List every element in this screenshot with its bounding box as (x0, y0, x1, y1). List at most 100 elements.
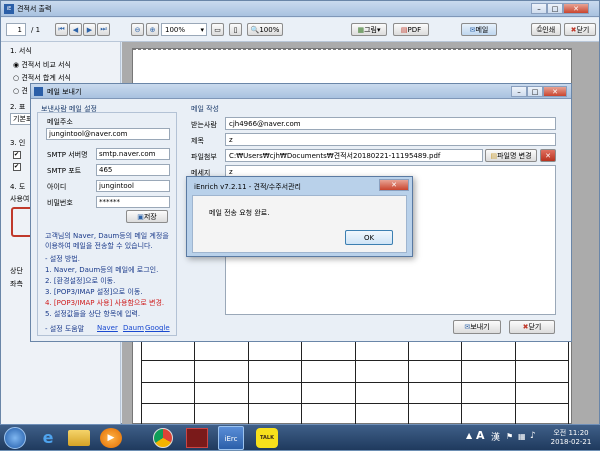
help-link-daum[interactable]: Daum (123, 324, 144, 332)
fit-width-button[interactable]: ▭ (211, 23, 224, 36)
dialog-close-button[interactable]: ✕ (543, 86, 567, 97)
format-option-compare[interactable]: ◉ 견적서 비교 서식 (13, 60, 71, 70)
smtp-port-input[interactable]: 465 (96, 164, 170, 176)
tray-up-icon[interactable]: ▲ (466, 431, 472, 440)
alert-close-button[interactable]: ✕ (379, 179, 409, 191)
red-app-icon[interactable] (186, 428, 208, 448)
print-btn-label: 인쇄 (542, 25, 556, 34)
zoom-in-button[interactable]: ⊕ (146, 23, 159, 36)
dialog-minimize-button[interactable]: – (511, 86, 527, 97)
volume-icon[interactable]: ♪ (530, 431, 536, 441)
close-preview-label: 닫기 (576, 25, 590, 34)
zoom-100-label: 100% (259, 25, 280, 34)
help-link-google[interactable]: Google (145, 324, 170, 332)
alert-body: 메일 전송 요청 완료. OK (192, 195, 407, 253)
close-window-button[interactable]: ✕ (563, 3, 589, 14)
alert-dialog: iEnrich v7.2.11 - 견적/수주서관리 ✕ 메일 전송 요청 완료… (186, 176, 413, 257)
taskbar: e ▶ iErc TALK ▲ A 漢 ⚑ ▦ ♪ 오전 11:20 2018-… (0, 424, 600, 450)
info-text: 고객님의 Naver, Daum등의 메일 계정을 이용하여 메일을 전송할 수… (45, 232, 169, 250)
fit-page-button[interactable]: ▯ (229, 23, 242, 36)
main-window-title: 견적서 출력 (17, 5, 52, 13)
page-total: / 1 (31, 26, 41, 34)
radio-icon: ◉ (13, 61, 20, 69)
radio-icon: ○ (13, 74, 20, 82)
clock-date[interactable]: 2018-02-21 (548, 438, 594, 446)
main-toolbar: 1 / 1 ⏮ ◀ ▶ ⏭ ⊖ ⊕ 100% ▾ ▭ ▯ 🔍 100% ▦ 그림 ▾ ▤… (1, 18, 599, 42)
subject-input[interactable]: z (225, 133, 556, 146)
clock-time[interactable]: 오전 11:20 (548, 428, 594, 438)
checkbox-2[interactable]: ✔ (13, 163, 21, 171)
save-settings-button[interactable]: ▣ 저장 (126, 210, 168, 223)
first-page-button[interactable]: ⏮ (55, 23, 68, 36)
attach-remove-button[interactable]: ✕ (540, 149, 556, 162)
dialog-close-bottom-button[interactable]: ✖ 닫기 (509, 320, 555, 334)
help-label: - 설정 도움말 (45, 325, 85, 333)
dialog-maximize-button[interactable]: □ (527, 86, 543, 97)
format-option-total[interactable]: ○ 견적서 합계 서식 (13, 73, 71, 83)
attach-input[interactable]: C:₩Users₩cjh₩Documents₩견적서20180221-11195… (225, 149, 483, 162)
grid-dropdown-button[interactable]: ▦ 그림 ▾ (351, 23, 387, 36)
pdf-button[interactable]: ▤ PDF (393, 23, 429, 36)
chevron-down-icon: ▾ (200, 26, 204, 34)
preview-table (140, 338, 570, 426)
flag-icon[interactable]: ⚑ (506, 432, 513, 441)
help-link-naver[interactable]: Naver (97, 324, 118, 332)
image-icon: ▦ (357, 25, 365, 34)
grid-btn-label: 그림 (364, 25, 377, 34)
to-input[interactable]: cjh4966@naver.com (225, 117, 556, 130)
print-button[interactable]: ⎙ 인쇄 (531, 23, 561, 36)
id-input[interactable]: jungintool (96, 180, 170, 192)
send-label: 보내기 (470, 323, 490, 331)
format-option-total-label: 견적서 합계 서식 (21, 74, 71, 82)
smtp-server-input[interactable]: smtp.naver.com (96, 148, 170, 160)
guide-step-4: 4. [POP3/IMAP 사용] 사용함으로 변경. (45, 299, 165, 307)
ok-button[interactable]: OK (345, 230, 393, 245)
sender-address-input[interactable]: jungintool@naver.com (46, 128, 170, 140)
prev-page-button[interactable]: ◀ (69, 23, 82, 36)
section-print-fragment: 3. 인 (10, 139, 26, 147)
media-player-icon[interactable]: ▶ (100, 428, 122, 448)
network-icon[interactable]: ▦ (518, 432, 526, 441)
password-label: 비밀번호 (47, 199, 73, 207)
ierc-taskbar-icon[interactable]: iErc (218, 426, 244, 450)
format-option-third-label: 견 (21, 87, 28, 95)
ime-hanja-indicator[interactable]: 漢 (491, 430, 500, 443)
folder-icon[interactable] (68, 430, 90, 446)
zoom-select[interactable]: 100% ▾ (161, 23, 207, 36)
ie-icon[interactable]: e (36, 428, 60, 448)
id-label: 아이디 (47, 183, 67, 191)
compose-group-title: 메일 작성 (191, 105, 219, 113)
pdf-icon: ▤ (400, 25, 408, 34)
smtp-server-label: SMTP 서버명 (47, 151, 88, 159)
to-label: 받는사람 (191, 121, 217, 129)
folder-icon: ▤ (490, 151, 498, 160)
save-icon: ▣ (137, 212, 144, 221)
app-icon: iE (4, 4, 14, 14)
close-preview-button[interactable]: ✖ 닫기 (564, 23, 596, 36)
zoom-out-button[interactable]: ⊖ (131, 23, 144, 36)
password-input[interactable]: ****** (96, 196, 170, 208)
send-button[interactable]: ✉ 보내기 (453, 320, 501, 334)
message-text: z (229, 168, 233, 176)
last-page-button[interactable]: ⏭ (97, 23, 110, 36)
radio-icon: ○ (13, 87, 20, 95)
attach-rename-button[interactable]: ▤ 파일명 변경 (485, 149, 537, 162)
section-stamp-fragment: 4. 도 (10, 183, 26, 191)
maximize-button[interactable]: □ (547, 3, 563, 14)
minimize-button[interactable]: – (531, 3, 547, 14)
start-button[interactable] (4, 427, 26, 449)
dialog-close-label: 닫기 (528, 323, 542, 331)
checkbox-1[interactable]: ✔ (13, 151, 21, 159)
guide-step-3: 3. [POP3/IMAP 설정]으로 이동. (45, 288, 143, 296)
ime-a-indicator[interactable]: A (476, 429, 485, 442)
alert-title: iEnrich v7.2.11 - 견적/수주서관리 (194, 183, 301, 191)
kakaotalk-icon[interactable]: TALK (256, 428, 278, 448)
chrome-icon[interactable] (153, 428, 173, 448)
mail-dialog-titlebar: 메일 보내기 – □ ✕ (31, 84, 571, 99)
format-option-third[interactable]: ○ 견 (13, 86, 28, 96)
address-label: 메일주소 (47, 118, 73, 126)
page-input[interactable]: 1 (6, 23, 26, 36)
next-page-button[interactable]: ▶ (83, 23, 96, 36)
zoom-100-button[interactable]: 🔍 100% (247, 23, 283, 36)
mail-button[interactable]: ✉ 메일 (461, 23, 497, 36)
